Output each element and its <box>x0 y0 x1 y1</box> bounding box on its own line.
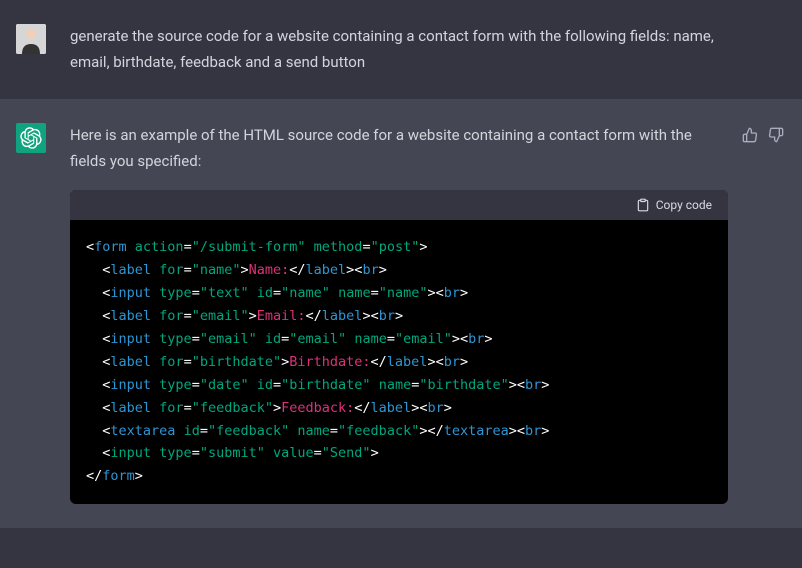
copy-code-button[interactable]: Copy code <box>636 198 712 212</box>
code-block: Copy code <form action="/submit-form" me… <box>70 190 728 504</box>
code-header: Copy code <box>70 190 728 220</box>
openai-logo-icon <box>20 127 42 149</box>
user-message-content: generate the source code for a website c… <box>70 24 786 75</box>
feedback-buttons <box>740 123 786 504</box>
thumbs-down-icon <box>768 127 784 143</box>
thumbs-up-button[interactable] <box>740 125 760 145</box>
assistant-avatar <box>16 123 46 153</box>
assistant-text: Here is an example of the HTML source co… <box>70 123 728 174</box>
copy-code-label: Copy code <box>656 198 712 212</box>
clipboard-icon <box>636 198 650 212</box>
user-avatar-icon <box>16 24 46 54</box>
user-avatar <box>16 24 46 54</box>
user-message: generate the source code for a website c… <box>0 0 802 99</box>
assistant-message: Here is an example of the HTML source co… <box>0 99 802 528</box>
thumbs-up-icon <box>742 127 758 143</box>
code-content[interactable]: <form action="/submit-form" method="post… <box>70 220 728 504</box>
thumbs-down-button[interactable] <box>766 125 786 145</box>
